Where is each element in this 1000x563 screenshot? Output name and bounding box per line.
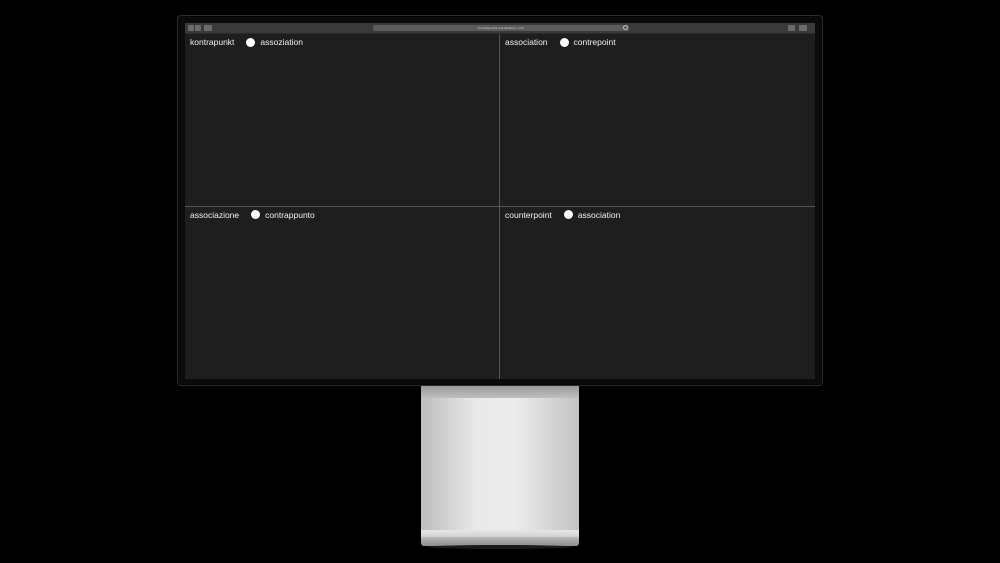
quadrant-left-word: kontrapunkt <box>190 37 235 47</box>
monitor-stand <box>421 386 579 536</box>
stand-shadow <box>426 545 574 549</box>
tabs-icon[interactable] <box>799 25 807 31</box>
quadrant-grid: kontrapunkt assoziation association cont… <box>185 34 815 379</box>
stand-neck <box>421 386 579 398</box>
quadrant-header: kontrapunkt assoziation <box>190 37 303 47</box>
quadrant-right-word: contrepoint <box>573 37 616 47</box>
sidebar-icon[interactable] <box>204 25 212 31</box>
quadrant-right-word: association <box>577 209 621 220</box>
address-bar[interactable]: kontrapunkt-assoziation.com <box>373 25 629 31</box>
circle-dot-icon <box>559 37 569 47</box>
circle-dot-icon <box>251 210 261 219</box>
quadrant-header: associazione contrappunto <box>190 210 315 220</box>
quadrant-bottom-left: associazione contrappunto <box>185 206 500 379</box>
browser-toolbar: kontrapunkt-assoziation.com <box>185 23 815 34</box>
quadrant-header: counterpoint association <box>505 210 620 220</box>
monitor: kontrapunkt-assoziation.com kontrapunkt … <box>177 15 823 386</box>
quadrant-top-right: association contrepoint <box>500 34 815 207</box>
quadrant-bottom-right: counterpoint association <box>500 206 815 379</box>
screen: kontrapunkt-assoziation.com kontrapunkt … <box>185 23 815 379</box>
reload-icon[interactable] <box>623 25 628 30</box>
forward-icon[interactable] <box>195 25 201 31</box>
quadrant-top-left: kontrapunkt assoziation <box>185 34 500 207</box>
url-text: kontrapunkt-assoziation.com <box>477 26 525 30</box>
circle-dot-icon <box>246 37 256 47</box>
quadrant-header: association contrepoint <box>505 37 616 47</box>
quadrant-left-word: counterpoint <box>505 209 552 220</box>
quadrant-right-word: assoziation <box>260 37 303 47</box>
quadrant-left-word: associazione <box>190 209 240 220</box>
quadrant-right-word: contrappunto <box>265 209 315 220</box>
share-icon[interactable] <box>788 25 795 31</box>
stage: kontrapunkt-assoziation.com kontrapunkt … <box>0 0 1000 563</box>
back-icon[interactable] <box>188 25 194 31</box>
quadrant-left-word: association <box>505 37 548 47</box>
circle-dot-icon <box>563 210 573 219</box>
